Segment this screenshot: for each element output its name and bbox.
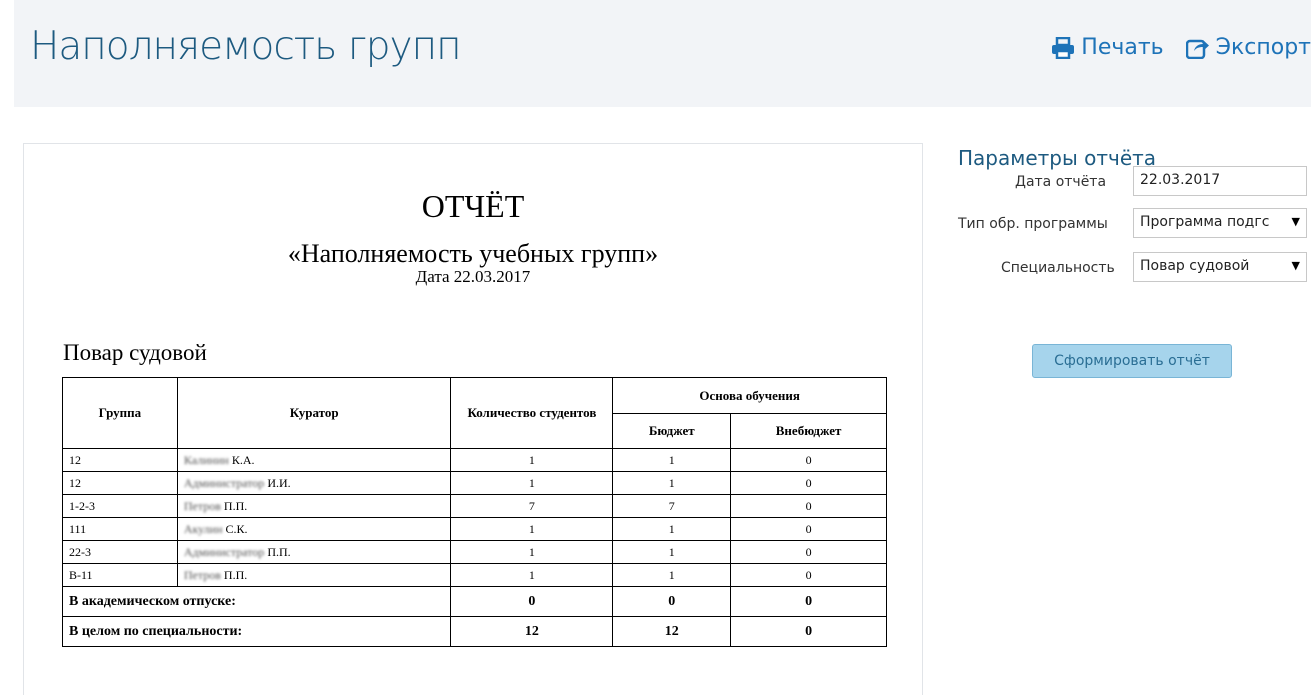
- academic-leave-label: В академическом отпуске:: [61, 586, 452, 617]
- report-date: Дата 22.03.2017: [415, 267, 531, 286]
- cell-count: 1: [450, 448, 614, 472]
- report-date-value: 22.03.2017: [1140, 172, 1221, 188]
- chevron-down-icon: ▼: [1291, 259, 1300, 272]
- cell-group: 22-3: [62, 540, 178, 564]
- cell-curator: Калинин К.А.: [176, 448, 452, 472]
- curator-initials: С.К.: [225, 521, 248, 536]
- page-header: Наполняемость групп Печать Экспорт: [14, 0, 1311, 107]
- curator-surname: Петров: [183, 498, 221, 513]
- curator-surname: Калинин: [183, 452, 229, 467]
- total-label: В целом по специальности:: [61, 616, 452, 647]
- cell-budget: 1: [612, 448, 732, 472]
- cell-group: 12: [62, 448, 178, 472]
- cell-nonbudget: 0: [730, 540, 887, 564]
- header-actions: Печать Экспорт: [1029, 35, 1311, 60]
- report-subtitle: «Наполняемость учебных групп»: [287, 239, 659, 268]
- header-group: Группа: [62, 377, 178, 449]
- cell-curator: Администратор П.П.: [176, 540, 452, 564]
- cell-curator: Петров П.П.: [176, 563, 452, 587]
- chevron-down-icon: ▼: [1291, 215, 1300, 228]
- cell-count: 1: [450, 517, 614, 541]
- curator-initials: К.А.: [231, 452, 255, 467]
- cell-count: 1: [450, 471, 614, 495]
- print-button[interactable]: Печать: [1051, 35, 1164, 60]
- program-type-value: Программа подгс: [1140, 214, 1270, 230]
- cell-nonbudget: 0: [730, 448, 887, 472]
- report-title: ОТЧЁТ: [421, 188, 525, 224]
- header-budget: Бюджет: [612, 413, 732, 449]
- header-nonbudget: Внебюджет: [730, 413, 887, 449]
- total-nonbudget: 0: [730, 616, 887, 647]
- cell-curator: Петров П.П.: [176, 494, 452, 518]
- header-count: Количество студентов: [450, 377, 614, 449]
- specialty-select[interactable]: Повар судовой ▼: [1133, 252, 1307, 282]
- total-budget: 12: [612, 616, 732, 647]
- cell-budget: 1: [612, 471, 732, 495]
- curator-initials: П.П.: [267, 544, 291, 559]
- table-row: 111 Акулин С.К. 1 1 0: [62, 517, 887, 541]
- cell-curator: Администратор И.И.: [176, 471, 452, 495]
- export-label: Экспорт: [1215, 35, 1311, 60]
- header-basis: Основа обучения: [612, 377, 887, 414]
- report-table: Группа Куратор Количество студентов Осно…: [61, 377, 887, 647]
- cell-count: 1: [450, 563, 614, 587]
- specialty-value: Повар судовой: [1140, 258, 1250, 274]
- program-type-select[interactable]: Программа подгс ▼: [1133, 208, 1307, 238]
- academic-leave-count: 0: [450, 586, 614, 617]
- report-date-input[interactable]: 22.03.2017: [1133, 166, 1307, 196]
- curator-initials: И.И.: [267, 475, 291, 490]
- curator-surname: Администратор: [183, 544, 265, 559]
- report-specialty: Повар судовой: [63, 340, 207, 365]
- table-row: 1-2-3 Петров П.П. 7 7 0: [62, 494, 887, 518]
- page-title: Наполняемость групп: [30, 24, 462, 69]
- header-curator: Куратор: [176, 377, 452, 449]
- cell-count: 7: [450, 494, 614, 518]
- cell-nonbudget: 0: [730, 471, 887, 495]
- printer-icon: [1052, 36, 1075, 59]
- total-row: В целом по специальности: 12 12 0: [61, 616, 887, 647]
- academic-leave-row: В академическом отпуске: 0 0 0: [61, 586, 887, 617]
- program-type-label: Тип обр. программы: [958, 216, 1108, 232]
- curator-initials: П.П.: [223, 498, 248, 513]
- cell-budget: 7: [612, 494, 732, 518]
- academic-leave-budget: 0: [612, 586, 732, 617]
- report-preview: ОТЧЁТ «Наполняемость учебных групп» Дата…: [23, 143, 923, 695]
- table-row: В-11 Петров П.П. 1 1 0: [62, 563, 887, 587]
- curator-surname: Петров: [183, 567, 221, 582]
- curator-surname: Администратор: [183, 475, 265, 490]
- curator-initials: П.П.: [223, 567, 248, 582]
- cell-count: 1: [450, 540, 614, 564]
- cell-group: В-11: [62, 563, 178, 587]
- cell-budget: 1: [612, 563, 732, 587]
- cell-curator: Акулин С.К.: [176, 517, 452, 541]
- share-icon: [1185, 39, 1209, 59]
- print-label: Печать: [1081, 35, 1164, 60]
- academic-leave-nonbudget: 0: [730, 586, 887, 617]
- report-params-panel: Параметры отчёта: [958, 146, 1156, 170]
- cell-group: 111: [62, 517, 178, 541]
- date-label: Дата отчёта: [1015, 174, 1107, 190]
- export-button[interactable]: Экспорт: [1185, 35, 1311, 60]
- cell-budget: 1: [612, 517, 732, 541]
- cell-nonbudget: 0: [730, 563, 887, 587]
- table-row: 12 Калинин К.А. 1 1 0: [62, 448, 887, 472]
- cell-group: 12: [62, 471, 178, 495]
- cell-group: 1-2-3: [62, 494, 178, 518]
- cell-nonbudget: 0: [730, 517, 887, 541]
- total-count: 12: [450, 616, 614, 647]
- generate-report-button[interactable]: Сформировать отчёт: [1032, 344, 1232, 378]
- curator-surname: Акулин: [183, 521, 223, 536]
- table-row: 22-3 Администратор П.П. 1 1 0: [62, 540, 887, 564]
- specialty-label: Специальность: [1001, 260, 1115, 276]
- params-title: Параметры отчёта: [958, 146, 1157, 170]
- cell-nonbudget: 0: [730, 494, 887, 518]
- table-row: 12 Администратор И.И. 1 1 0: [62, 471, 887, 495]
- cell-budget: 1: [612, 540, 732, 564]
